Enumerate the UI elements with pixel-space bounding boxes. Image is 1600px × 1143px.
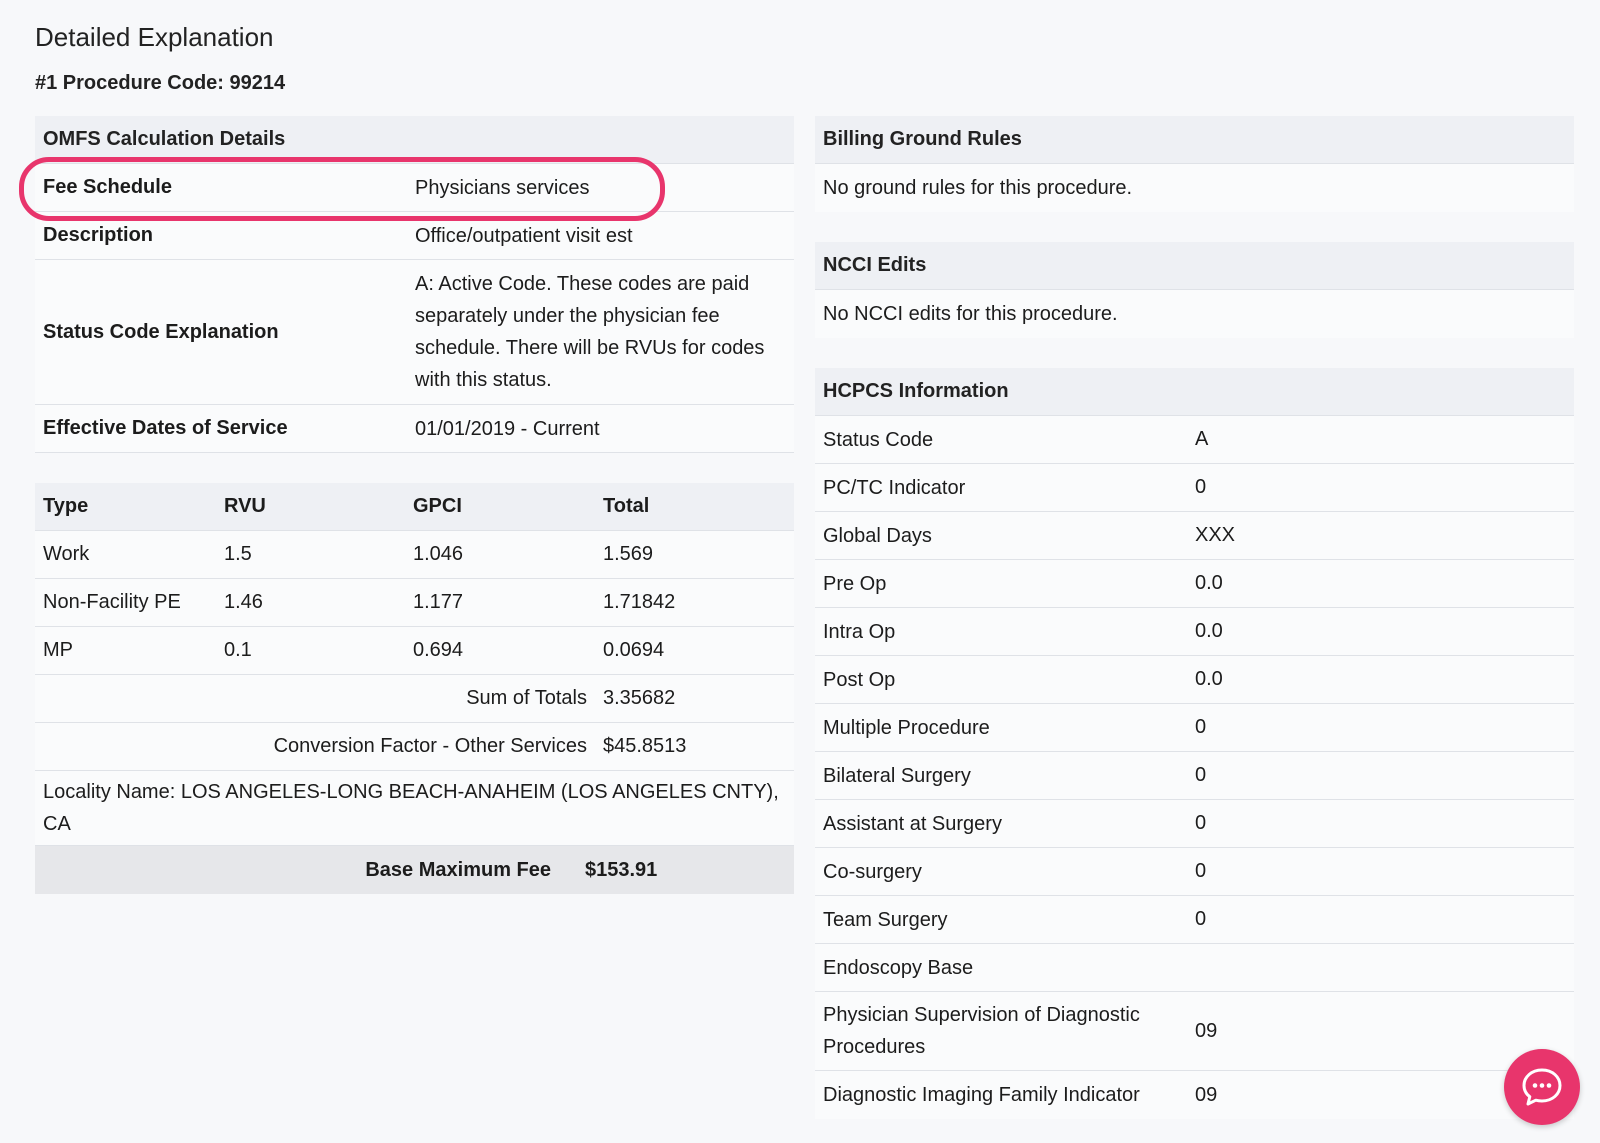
hcpcs-value: 0 xyxy=(1195,908,1207,930)
hcpcs-heading: HCPCS Information xyxy=(815,368,1574,416)
sum-of-totals-row: Sum of Totals 3.35682 xyxy=(35,675,794,723)
total-cell: 1.71842 xyxy=(603,591,676,613)
gpci-cell: 1.046 xyxy=(413,543,464,565)
list-item: PC/TC Indicator 0 xyxy=(815,464,1574,512)
list-item: Multiple Procedure 0 xyxy=(815,704,1574,752)
type-cell: Work xyxy=(43,543,90,565)
effective-dates-value: 01/01/2019 - Current xyxy=(415,417,600,440)
hcpcs-value: 09 xyxy=(1195,1019,1218,1042)
omfs-section: OMFS Calculation Details Fee Schedule Ph… xyxy=(19,116,794,894)
procedure-code: #1 Procedure Code: 99214 xyxy=(35,72,286,94)
hcpcs-value: 0.0 xyxy=(1195,620,1223,642)
rvu-table-header: Type RVU GPCI Total xyxy=(35,483,794,531)
hcpcs-key: Intra Op xyxy=(823,620,896,643)
billing-ground-rules-text: No ground rules for this procedure. xyxy=(815,164,1574,212)
rvu-cell: 0.1 xyxy=(224,639,252,661)
list-item: Endoscopy Base xyxy=(815,944,1574,992)
conversion-factor-label: Conversion Factor - Other Services xyxy=(273,735,587,757)
hcpcs-key: Post Op xyxy=(823,668,896,691)
hcpcs-key: Diagnostic Imaging Family Indicator xyxy=(823,1084,1140,1106)
conversion-factor-value: $45.8513 xyxy=(603,735,687,757)
chat-button[interactable] xyxy=(1504,1049,1580,1125)
chat-bubble-icon xyxy=(1522,1068,1562,1106)
col-gpci-header: GPCI xyxy=(413,495,462,517)
page-title: Detailed Explanation xyxy=(35,22,274,52)
list-item: Physician Supervision of Diagnostic Proc… xyxy=(815,992,1574,1071)
fee-schedule-label: Fee Schedule xyxy=(43,176,172,198)
description-value: Office/outpatient visit est xyxy=(415,224,633,247)
list-item: Pre Op 0.0 xyxy=(815,560,1574,608)
effective-dates-label: Effective Dates of Service xyxy=(43,417,288,439)
table-row: Non-Facility PE 1.46 1.177 1.71842 xyxy=(35,579,794,627)
list-item: Bilateral Surgery 0 xyxy=(815,752,1574,800)
hcpcs-key: Co-surgery xyxy=(823,860,922,883)
hcpcs-key: Multiple Procedure xyxy=(823,716,990,739)
billing-ground-rules-panel: Billing Ground Rules No ground rules for… xyxy=(815,116,1574,212)
billing-ground-rules-heading: Billing Ground Rules xyxy=(815,116,1574,164)
status-code-explanation-label: Status Code Explanation xyxy=(43,320,279,343)
gpci-cell: 1.177 xyxy=(413,591,464,613)
base-maximum-fee-row: Base Maximum Fee $153.91 xyxy=(35,846,794,894)
hcpcs-key: Bilateral Surgery xyxy=(823,764,971,787)
hcpcs-key: Physician Supervision of Diagnostic Proc… xyxy=(823,1004,1140,1058)
sum-of-totals-label: Sum of Totals xyxy=(466,687,587,709)
list-item: Assistant at Surgery 0 xyxy=(815,800,1574,848)
description-label: Description xyxy=(43,224,154,246)
effective-dates-row: Effective Dates of Service 01/01/2019 - … xyxy=(35,405,794,453)
table-row: MP 0.1 0.694 0.0694 xyxy=(35,627,794,675)
ncci-edits-panel: NCCI Edits No NCCI edits for this proced… xyxy=(815,242,1574,338)
hcpcs-value: 0 xyxy=(1195,716,1207,738)
rvu-cell: 1.46 xyxy=(224,591,263,613)
ncci-edits-text: No NCCI edits for this procedure. xyxy=(815,290,1574,338)
list-item: Co-surgery 0 xyxy=(815,848,1574,896)
hcpcs-key: Assistant at Surgery xyxy=(823,812,1002,835)
list-item: Global Days XXX xyxy=(815,512,1574,560)
list-item: Intra Op 0.0 xyxy=(815,608,1574,656)
hcpcs-key: Pre Op xyxy=(823,572,887,595)
hcpcs-key: Endoscopy Base xyxy=(823,956,974,979)
hcpcs-value: 0 xyxy=(1195,812,1207,834)
hcpcs-value: XXX xyxy=(1195,524,1236,546)
conversion-factor-row: Conversion Factor - Other Services $45.8… xyxy=(35,723,794,771)
table-row: Work 1.5 1.046 1.569 xyxy=(35,531,794,579)
hcpcs-value: 0.0 xyxy=(1195,668,1223,690)
rvu-cell: 1.5 xyxy=(224,543,252,565)
list-item: Post Op 0.0 xyxy=(815,656,1574,704)
omfs-heading: OMFS Calculation Details xyxy=(35,116,794,164)
hcpcs-value: 0 xyxy=(1195,476,1207,498)
total-cell: 1.569 xyxy=(603,543,654,565)
hcpcs-key: Status Code xyxy=(823,428,934,451)
type-cell: MP xyxy=(43,639,73,661)
col-rvu-header: RVU xyxy=(224,495,266,517)
fee-schedule-row: Fee Schedule Physicians services xyxy=(35,164,794,212)
col-total-header: Total xyxy=(603,495,650,517)
base-maximum-fee-value: $153.91 xyxy=(585,858,658,881)
base-maximum-fee-label: Base Maximum Fee xyxy=(365,858,551,881)
type-cell: Non-Facility PE xyxy=(43,591,181,613)
page: Detailed Explanation #1 Procedure Code: … xyxy=(0,0,1600,1143)
hcpcs-panel: HCPCS Information Status Code A PC/TC In… xyxy=(815,368,1574,1119)
total-cell: 0.0694 xyxy=(603,639,665,661)
list-item: Status Code A xyxy=(815,416,1574,464)
rvu-table: Type RVU GPCI Total Work 1.5 1.046 1.569… xyxy=(35,483,794,894)
ncci-edits-heading: NCCI Edits xyxy=(815,242,1574,290)
hcpcs-key: Global Days xyxy=(823,524,932,547)
hcpcs-value: A xyxy=(1195,428,1209,450)
hcpcs-value: 0.0 xyxy=(1195,572,1223,594)
locality-name: Locality Name: LOS ANGELES-LONG BEACH-AN… xyxy=(35,771,794,846)
list-item: Diagnostic Imaging Family Indicator 09 xyxy=(815,1071,1574,1119)
hcpcs-value: 0 xyxy=(1195,860,1207,882)
fee-schedule-value: Physicians services xyxy=(415,176,590,199)
right-column: Billing Ground Rules No ground rules for… xyxy=(815,116,1574,1119)
hcpcs-key: Team Surgery xyxy=(823,908,948,931)
status-code-explanation-value: A: Active Code. These codes are paid sep… xyxy=(415,273,765,391)
description-row: Description Office/outpatient visit est xyxy=(35,212,794,260)
gpci-cell: 0.694 xyxy=(413,639,464,661)
sum-of-totals-value: 3.35682 xyxy=(603,687,676,709)
list-item: Team Surgery 0 xyxy=(815,896,1574,944)
hcpcs-value: 0 xyxy=(1195,764,1207,786)
hcpcs-key: PC/TC Indicator xyxy=(823,476,966,499)
status-code-explanation-row: Status Code Explanation A: Active Code. … xyxy=(35,260,794,405)
col-type-header: Type xyxy=(43,495,89,517)
